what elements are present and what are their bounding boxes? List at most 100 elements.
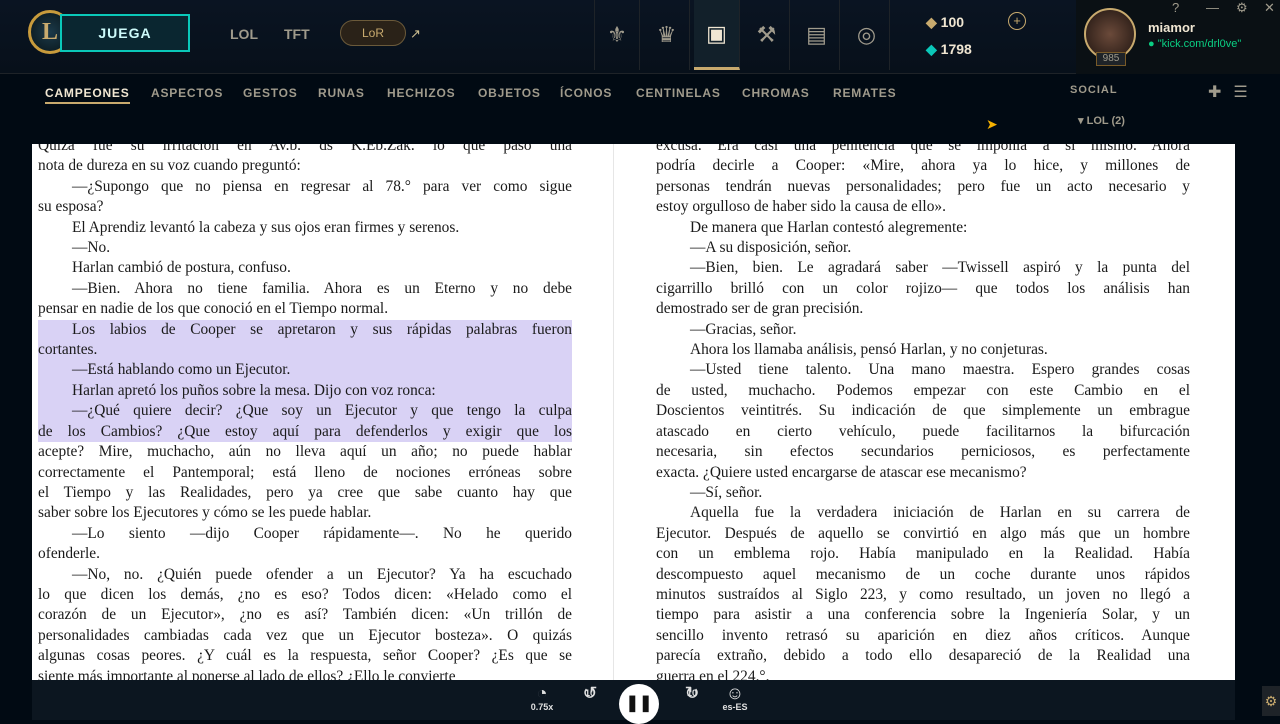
nav-lor[interactable]: LoR	[340, 20, 406, 46]
left-page-line: —¿Supongo que no piensa en regresar al 7…	[72, 177, 572, 195]
tab-runas[interactable]: RUNAS	[318, 86, 365, 100]
left-page-line: Harlan cambió de postura, confuso.	[72, 259, 291, 277]
right-page-line: De manera que Harlan contestó alegrement…	[690, 218, 968, 236]
language-label: es-ES	[722, 702, 748, 712]
crown-icon[interactable]: ♛	[644, 0, 690, 70]
left-page-line: —¿Qué quiere decir? ¿Que soy un Ejecutor…	[38, 401, 572, 422]
left-page-line: siente más importante al ponerse al lado…	[38, 667, 456, 680]
tab-objetos[interactable]: OBJETOS	[478, 86, 541, 100]
loot-icon[interactable]: ◎	[844, 0, 890, 70]
right-page-line: atascado en cierto vehículo, puede facil…	[656, 422, 1190, 440]
forward-label: 10	[686, 688, 697, 698]
rp-value: 100	[940, 14, 965, 30]
left-page-line: Harlan apretó los puños sobre la mesa. D…	[38, 380, 572, 402]
tab-gestos[interactable]: GESTOS	[243, 86, 298, 100]
crafting-icon[interactable]: ⚒	[744, 0, 790, 70]
right-page-line: excusa. Era casi una penitencia que se i…	[656, 144, 1190, 154]
social-actions[interactable]: ✚☰	[1208, 82, 1260, 102]
profile-name: miamor	[1148, 20, 1195, 35]
speed-label: 0.75x	[530, 702, 554, 712]
left-page-line: correctamente el Pantemporal; está lleno…	[38, 463, 572, 481]
minimize-icon[interactable]: —	[1206, 0, 1219, 15]
left-page-line: —Está hablando como un Ejecutor.	[38, 360, 572, 381]
left-page-line: algunas cosas peores. ¿Y cuál es la resp…	[38, 647, 572, 665]
left-page-line: El Aprendiz levantó la cabeza y sus ojos…	[72, 218, 460, 236]
right-page-line: exacta. ¿Quiere usted encargarse de atas…	[656, 463, 1027, 481]
online-dot-icon: ●	[1148, 38, 1155, 50]
close-icon[interactable]: ✕	[1264, 0, 1275, 16]
left-page-line: de los Cambios? ¿Que estoy aquí para def…	[38, 421, 572, 443]
forward-button[interactable]: ↻ 10	[676, 684, 708, 702]
nav-lol[interactable]: LOL	[230, 26, 258, 42]
tab-centinelas[interactable]: CENTINELAS	[636, 86, 721, 100]
voice-language-button[interactable]: ☺ es-ES	[718, 684, 752, 712]
right-page: excusa. Era casi una penitencia que se i…	[656, 144, 1190, 680]
rewind-label: 10	[584, 688, 595, 698]
tab-iconos[interactable]: ÍCONOS	[560, 86, 612, 100]
speed-button[interactable]: ◔ 0.75x	[526, 684, 558, 712]
status-text: "kick.com/drl0ve"	[1157, 38, 1242, 50]
blue-essence-icon: ◆	[926, 41, 937, 57]
help-icon[interactable]: ?	[1172, 0, 1179, 15]
right-page-line: con un emblema rojo. Había manipulado en…	[656, 545, 1190, 563]
lor-label: LoR	[361, 26, 384, 40]
mouse-cursor-icon: ➤	[986, 116, 998, 132]
left-page-line: ofenderle.	[38, 545, 100, 563]
right-page-line: —Bien, bien. Le agradará saber —Twissell…	[690, 259, 1190, 277]
be-value: 1798	[940, 41, 972, 57]
left-page-line: acepte? Mire, muchacho, aún no lleva aqu…	[38, 443, 572, 461]
right-page-line: guerra en el 224.°.	[656, 667, 770, 680]
left-page-line: corazón de un Ejecutor», ¿no es así? Tam…	[38, 606, 572, 624]
left-page-line: personalidades cambiadas cada vez que un…	[38, 626, 572, 644]
settings-cog-icon[interactable]: ⚙	[1262, 686, 1280, 716]
tab-remates[interactable]: REMATES	[833, 86, 896, 100]
collection-icon[interactable]: ▤	[794, 0, 840, 70]
left-page-line: Quizá fue su irritación en Av.b. ds K.Eb…	[38, 144, 572, 154]
group-label: LOL (2)	[1086, 115, 1125, 127]
left-page-line: —No.	[72, 239, 111, 257]
client-topbar: L JUEGA LOL TFT LoR ↗ ⚜ ♛ ▣ ⚒ ▤ ◎ ◆ 100 …	[0, 0, 1280, 74]
rewind-button[interactable]: ↺ 10	[574, 684, 606, 702]
tts-player: ◔ 0.75x ↺ 10 ❚❚ ↻ 10 ☺ es-ES	[32, 680, 1235, 724]
voice-icon: ☺	[725, 683, 745, 703]
right-page-line: parecía extraño, debido a todo ello desa…	[656, 647, 1190, 665]
chevron-down-icon: ▾	[1078, 115, 1084, 127]
right-page-line: sencillo invento retrasó su aparición en…	[656, 626, 1190, 644]
store-icon[interactable]: ▣	[694, 0, 740, 70]
profile-panel[interactable]: 985 miamor ● "kick.com/drl0ve" ? — ⚙ ✕	[1076, 0, 1280, 74]
tab-aspectos[interactable]: ASPECTOS	[151, 86, 223, 100]
social-title: SOCIAL	[1070, 84, 1118, 96]
profile-status[interactable]: ● "kick.com/drl0ve"	[1148, 38, 1241, 50]
right-page-line: minutos sustraídos al Siglo 223, y como …	[656, 585, 1190, 603]
rp-amount: ◆ 100	[926, 14, 964, 31]
left-page-line: nota de dureza en su voz cuando preguntó…	[38, 157, 301, 175]
right-page-line: Ejecutor. Después de aquello se convirti…	[656, 524, 1190, 542]
right-page-line: podría decirle a Cooper: «Mire, ahora ya…	[656, 157, 1190, 175]
right-page-line: de usted, muchacho. Podemos empezar con …	[656, 381, 1190, 399]
rp-icon: ◆	[926, 14, 937, 30]
pause-icon: ❚❚	[625, 695, 653, 712]
friends-group-lol[interactable]: ▾ LOL (2)	[1078, 114, 1125, 127]
add-friend-icon: ✚	[1208, 84, 1234, 101]
trophy-icon[interactable]: ⚜	[594, 0, 640, 70]
nav-tft[interactable]: TFT	[284, 26, 310, 42]
settings-icon[interactable]: ⚙	[1236, 0, 1248, 16]
right-page-line: Ahora los llamaba análisis, pensó Harlan…	[690, 341, 1048, 359]
right-page-line: descompuesto aquel mecanismo de un coche…	[656, 565, 1190, 583]
pause-button[interactable]: ❚❚	[619, 684, 659, 724]
page-divider	[613, 144, 614, 680]
tab-chromas[interactable]: CHROMAS	[742, 86, 810, 100]
tab-campeones[interactable]: CAMPEONES	[45, 86, 130, 104]
right-page-line: —Gracias, señor.	[690, 320, 797, 338]
speed-gauge-icon: ◔	[536, 683, 548, 703]
tab-hechizos[interactable]: HECHIZOS	[387, 86, 455, 100]
left-page-line: el Tiempo y las Realidades, pero ya cree…	[38, 483, 572, 501]
left-page-line: —Bien. Ahora no tiene familia. Ahora es …	[72, 279, 572, 297]
right-page-line: cigarrillo brilló con un color rojizo— q…	[656, 279, 1190, 297]
left-page-line: pensar en nadie de los que conoció en el…	[38, 300, 389, 318]
buy-rp-button[interactable]: +	[1008, 12, 1026, 30]
right-page-line: personas tendrán nuevas personalidades; …	[656, 177, 1190, 195]
right-page-line: estoy orgulloso de haber sido la causa d…	[656, 198, 946, 216]
right-page-line: necesaria, sin efectos secundarios perni…	[656, 443, 1190, 461]
play-button[interactable]: JUEGA	[60, 14, 190, 52]
